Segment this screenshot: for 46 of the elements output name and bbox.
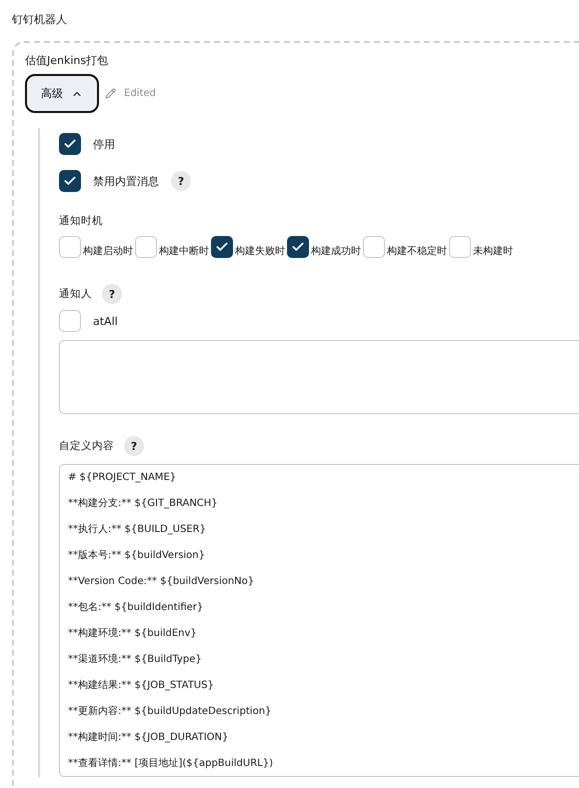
content-line: **查看详情:** [项目地址](${appBuildURL}) (68, 756, 274, 771)
content-line: **版本号:** ${buildVersion} (68, 548, 206, 563)
content-line: # ${PROJECT_NAME} (68, 471, 178, 485)
option-label: 禁用内置消息 (93, 174, 159, 188)
checkbox-label: 构建启动时 (83, 246, 133, 258)
checkbox-label: 构建失败时 (235, 246, 285, 258)
help-icon[interactable]: ? (124, 436, 144, 456)
checkbox[interactable] (135, 236, 157, 258)
checkbox[interactable] (59, 236, 81, 258)
content-line: **Version Code:** ${buildVersionNo} (68, 575, 256, 589)
content-line: **构建结果:** ${JOB_STATUS} (68, 678, 215, 693)
check-icon (63, 174, 77, 188)
help-icon[interactable]: ? (171, 171, 191, 191)
checkbox-label: 构建不稳定时 (387, 246, 447, 258)
content-line: **渠道环境:** ${BuildType} (68, 652, 203, 667)
checkbox[interactable] (287, 236, 309, 258)
field-label: 通知人 (59, 287, 92, 301)
checkbox[interactable] (211, 236, 233, 258)
content-line: **构建时间:** ${JOB_DURATION} (68, 730, 230, 745)
text-area[interactable] (59, 464, 579, 777)
checkbox-label: 构建中断时 (159, 246, 209, 258)
advanced-button[interactable]: 高级 (25, 74, 99, 113)
content-line: **构建环境:** ${buildEnv} (68, 626, 198, 641)
robot-name: 估值Jenkins打包 (25, 53, 110, 68)
content-line: **包名:** ${buildIdentifier} (68, 601, 204, 615)
section-title: 钉钉机器人 (12, 12, 68, 27)
field-label: 通知时机 (59, 214, 103, 228)
content-line: **构建分支:** ${GIT_BRANCH} (68, 496, 219, 511)
checkbox[interactable] (59, 133, 81, 155)
edited-label: Edited (124, 88, 156, 99)
checkbox[interactable] (59, 170, 81, 192)
pencil-icon (105, 88, 116, 99)
check-icon (215, 240, 229, 254)
checkbox-label: 未构建时 (473, 246, 513, 258)
checkbox-label: 构建成功时 (311, 246, 361, 258)
content-line: **执行人:** ${BUILD_USER} (68, 522, 207, 537)
check-icon (291, 240, 305, 254)
content-line: **更新内容:** ${buildUpdateDescription} (68, 704, 272, 719)
checkbox[interactable] (449, 236, 471, 258)
checkbox[interactable] (59, 310, 81, 332)
field-label: 自定义内容 (59, 439, 114, 453)
checkbox[interactable] (363, 236, 385, 258)
check-icon (63, 137, 77, 151)
help-icon[interactable]: ? (102, 284, 122, 304)
checkbox-label: atAll (93, 314, 118, 328)
option-label: 停用 (93, 136, 115, 152)
